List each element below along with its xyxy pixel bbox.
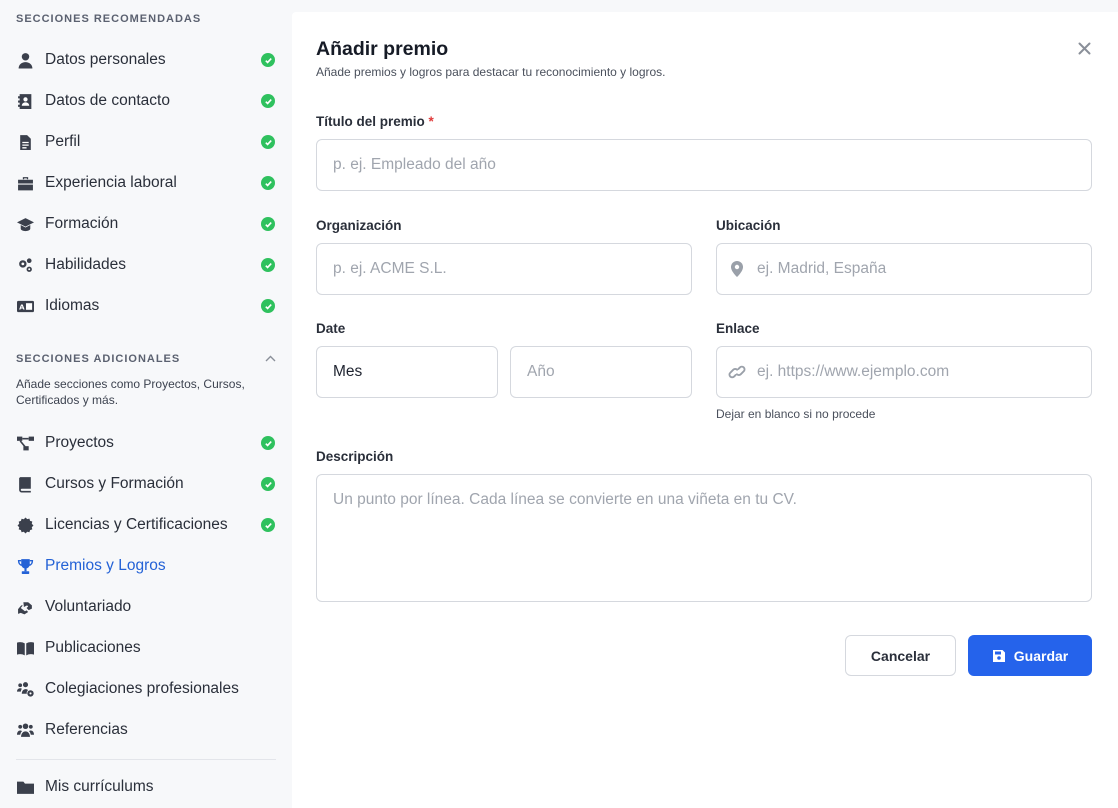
cancel-button-label: Cancelar (870, 647, 931, 664)
award-title-placeholder: p. ej. Empleado del año (333, 156, 496, 173)
sidebar-item-idiomas[interactable]: A Idiomas (0, 290, 292, 322)
sidebar-item-colegiaciones-profesionales[interactable]: Colegiaciones profesionales (0, 673, 292, 705)
sidebar-item-label: Colegiaciones profesionales (45, 680, 239, 697)
check-icon (261, 53, 275, 67)
check-icon (261, 94, 275, 108)
sidebar-item-label: Premios y Logros (45, 557, 166, 574)
sidebar-item-label: Publicaciones (45, 639, 141, 656)
project-diagram-icon (16, 434, 34, 452)
check-icon (261, 176, 275, 190)
save-button[interactable]: Guardar (968, 635, 1092, 676)
sidebar-item-habilidades[interactable]: Habilidades (0, 249, 292, 281)
date-label: Date (316, 321, 346, 336)
link-label: Enlace (716, 321, 760, 336)
sidebar-item-label: Referencias (45, 721, 128, 738)
cancel-button[interactable]: Cancelar (845, 635, 956, 676)
folder-icon (16, 778, 34, 796)
save-icon (992, 649, 1005, 662)
check-icon (261, 258, 275, 272)
sidebar-item-label: Cursos y Formación (45, 475, 184, 492)
recommended-sections-heading: SECCIONES RECOMENDADAS (16, 13, 202, 25)
sidebar-item-label: Mis currículums (45, 778, 154, 795)
additional-sections-description: Añade secciones como Proyectos, Cursos, … (16, 377, 245, 407)
location-label: Ubicación (716, 218, 781, 233)
organization-input[interactable]: p. ej. ACME S.L. (316, 243, 692, 295)
sidebar-item-voluntariado[interactable]: Voluntariado (0, 591, 292, 623)
sidebar-item-referencias[interactable]: Referencias (0, 714, 292, 746)
location-input[interactable]: ej. Madrid, España (716, 243, 1092, 295)
sidebar-item-formacion[interactable]: Formación (0, 208, 292, 240)
sidebar-item-proyectos[interactable]: Proyectos (0, 427, 292, 459)
organization-placeholder: p. ej. ACME S.L. (333, 260, 447, 277)
graduation-cap-icon (16, 215, 34, 233)
sidebar-item-label: Formación (45, 215, 119, 232)
open-book-icon (16, 639, 34, 657)
link-icon (728, 363, 746, 381)
sidebar-item-label: Datos personales (45, 51, 166, 68)
close-icon[interactable] (1074, 38, 1094, 58)
language-icon: A (16, 297, 34, 315)
description-placeholder: Un punto por línea. Cada línea se convie… (333, 491, 797, 508)
sidebar-item-perfil[interactable]: Perfil (0, 126, 292, 158)
map-marker-icon (728, 260, 746, 278)
save-button-label: Guardar (1013, 647, 1069, 664)
link-placeholder: ej. https://www.ejemplo.com (757, 363, 950, 380)
trophy-icon (16, 557, 34, 575)
check-icon (261, 135, 275, 149)
users-cog-icon (16, 680, 34, 698)
gears-icon (16, 256, 34, 274)
book-icon (16, 475, 34, 493)
check-icon (261, 436, 275, 450)
sidebar-item-premios-logros[interactable]: Premios y Logros (0, 550, 292, 582)
modal-title: Añadir premio (316, 38, 449, 60)
location-placeholder: ej. Madrid, España (757, 260, 887, 277)
sidebar-item-label: Datos de contacto (45, 92, 170, 109)
sidebar-item-experiencia-laboral[interactable]: Experiencia laboral (0, 167, 292, 199)
month-select[interactable]: Mes (316, 346, 498, 398)
additional-sections-heading: SECCIONES ADICIONALES (16, 353, 181, 365)
contact-card-icon (16, 92, 34, 110)
award-title-input[interactable]: p. ej. Empleado del año (316, 139, 1092, 191)
certificate-icon (16, 516, 34, 534)
users-icon (16, 721, 34, 739)
sidebar-item-licencias-certificaciones[interactable]: Licencias y Certificaciones (0, 509, 292, 541)
sidebar-item-label: Experiencia laboral (45, 174, 177, 191)
year-placeholder: Año (527, 363, 555, 380)
modal-subtitle: Añade premios y logros para destacar tu … (316, 65, 666, 79)
sidebar-item-datos-personales[interactable]: Datos personales (0, 44, 292, 76)
check-icon (261, 217, 275, 231)
sidebar-item-label: Perfil (45, 133, 81, 150)
required-marker: * (428, 114, 434, 129)
check-icon (261, 299, 275, 313)
sidebar-item-mis-curriculums[interactable]: Mis currículums (0, 771, 292, 803)
description-label: Descripción (316, 449, 394, 464)
sidebar-item-label: Voluntariado (45, 598, 132, 615)
user-icon (16, 51, 34, 69)
add-award-modal: Añadir premio Añade premios y logros par… (292, 12, 1118, 808)
briefcase-icon (16, 174, 34, 192)
sidebar-item-label: Licencias y Certificaciones (45, 516, 228, 533)
sidebar-item-label: Proyectos (45, 434, 114, 451)
award-title-label: Título del premio * (316, 114, 434, 129)
link-hint: Dejar en blanco si no procede (716, 407, 876, 421)
sidebar-item-datos-contacto[interactable]: Datos de contacto (0, 85, 292, 117)
sidebar: SECCIONES RECOMENDADAS Datos personales … (0, 0, 292, 808)
description-textarea[interactable]: Un punto por línea. Cada línea se convie… (316, 474, 1092, 602)
organization-label: Organización (316, 218, 402, 233)
document-icon (16, 133, 34, 151)
check-icon (261, 477, 275, 491)
award-title-label-text: Título del premio (316, 114, 425, 129)
chevron-up-icon[interactable] (262, 350, 278, 366)
sidebar-item-label: Habilidades (45, 256, 126, 273)
check-icon (261, 518, 275, 532)
sidebar-item-publicaciones[interactable]: Publicaciones (0, 632, 292, 664)
sidebar-divider (16, 759, 276, 760)
sidebar-item-label: Idiomas (45, 297, 100, 314)
hands-helping-icon (16, 598, 34, 616)
link-input[interactable]: ej. https://www.ejemplo.com (716, 346, 1092, 398)
year-input[interactable]: Año (510, 346, 692, 398)
svg-text:A: A (19, 302, 25, 311)
month-select-value: Mes (333, 363, 363, 380)
sidebar-item-cursos-formacion[interactable]: Cursos y Formación (0, 468, 292, 500)
